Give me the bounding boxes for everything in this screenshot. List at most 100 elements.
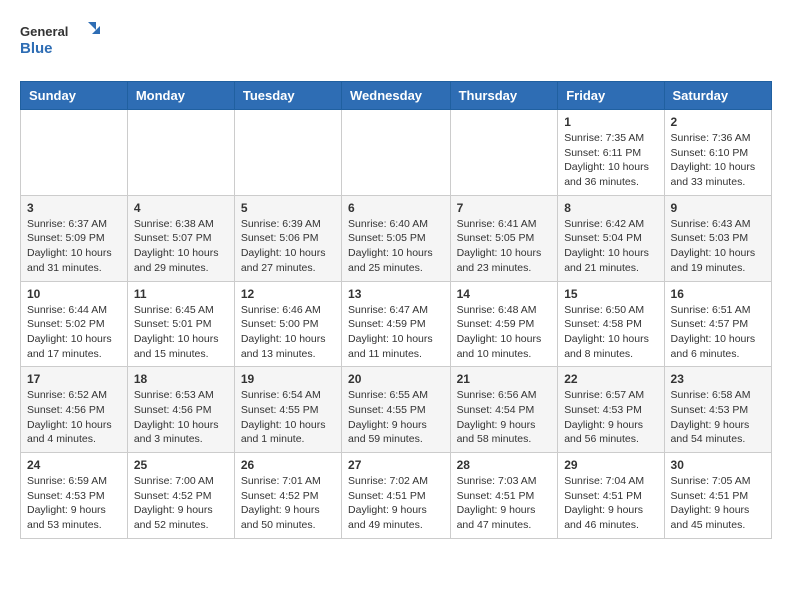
day-info: Sunrise: 6:52 AM Sunset: 4:56 PM Dayligh… xyxy=(27,388,121,447)
day-info: Sunrise: 7:36 AM Sunset: 6:10 PM Dayligh… xyxy=(671,131,765,190)
day-number: 26 xyxy=(241,458,335,472)
day-cell: 12Sunrise: 6:46 AM Sunset: 5:00 PM Dayli… xyxy=(234,281,341,367)
day-cell xyxy=(234,110,341,196)
week-row-1: 1 Sunrise: 7:35 AM Sunset: 6:11 PM Daylig… xyxy=(21,110,772,196)
day-number: 14 xyxy=(457,287,552,301)
day-cell: 16Sunrise: 6:51 AM Sunset: 4:57 PM Dayli… xyxy=(664,281,771,367)
header: General Blue xyxy=(20,20,772,65)
week-row-5: 24 Sunrise: 6:59 AM Sunset: 4:53 PM Dayli… xyxy=(21,453,772,539)
day-number: 7 xyxy=(457,201,552,215)
day-number: 2 xyxy=(671,115,765,129)
day-cell: 7 Sunrise: 6:41 AM Sunset: 5:05 PM Daylig… xyxy=(450,195,558,281)
day-number: 4 xyxy=(134,201,228,215)
day-info: Sunrise: 6:53 AM Sunset: 4:56 PM Dayligh… xyxy=(134,388,228,447)
svg-text:Blue: Blue xyxy=(20,40,53,57)
day-cell: 23Sunrise: 6:58 AM Sunset: 4:53 PM Dayli… xyxy=(664,367,771,453)
day-info: Sunrise: 6:39 AM Sunset: 5:06 PM Dayligh… xyxy=(241,217,335,276)
weekday-header-friday: Friday xyxy=(558,82,664,110)
day-number: 9 xyxy=(671,201,765,215)
day-number: 25 xyxy=(134,458,228,472)
day-info: Sunrise: 6:44 AM Sunset: 5:02 PM Dayligh… xyxy=(27,303,121,362)
day-info: Sunrise: 7:05 AM Sunset: 4:51 PM Dayligh… xyxy=(671,474,765,533)
day-cell: 20Sunrise: 6:55 AM Sunset: 4:55 PM Dayli… xyxy=(342,367,451,453)
day-number: 11 xyxy=(134,287,228,301)
day-info: Sunrise: 6:37 AM Sunset: 5:09 PM Dayligh… xyxy=(27,217,121,276)
calendar: SundayMondayTuesdayWednesdayThursdayFrid… xyxy=(20,81,772,539)
weekday-header-row: SundayMondayTuesdayWednesdayThursdayFrid… xyxy=(21,82,772,110)
weekday-header-saturday: Saturday xyxy=(664,82,771,110)
weekday-header-sunday: Sunday xyxy=(21,82,128,110)
day-number: 29 xyxy=(564,458,657,472)
day-cell: 28 Sunrise: 7:03 AM Sunset: 4:51 PM Dayli… xyxy=(450,453,558,539)
day-number: 24 xyxy=(27,458,121,472)
day-number: 21 xyxy=(457,372,552,386)
day-number: 12 xyxy=(241,287,335,301)
day-info: Sunrise: 7:03 AM Sunset: 4:51 PM Dayligh… xyxy=(457,474,552,533)
logo: General Blue xyxy=(20,20,100,65)
day-cell: 18 Sunrise: 6:53 AM Sunset: 4:56 PM Dayli… xyxy=(127,367,234,453)
day-cell: 15 Sunrise: 6:50 AM Sunset: 4:58 PM Dayli… xyxy=(558,281,664,367)
day-cell: 5 Sunrise: 6:39 AM Sunset: 5:06 PM Daylig… xyxy=(234,195,341,281)
week-row-3: 10 Sunrise: 6:44 AM Sunset: 5:02 PM Dayli… xyxy=(21,281,772,367)
day-info: Sunrise: 6:57 AM Sunset: 4:53 PM Dayligh… xyxy=(564,388,657,447)
day-cell: 10 Sunrise: 6:44 AM Sunset: 5:02 PM Dayli… xyxy=(21,281,128,367)
day-number: 27 xyxy=(348,458,444,472)
day-cell: 30 Sunrise: 7:05 AM Sunset: 4:51 PM Dayli… xyxy=(664,453,771,539)
day-number: 22 xyxy=(564,372,657,386)
day-number: 10 xyxy=(27,287,121,301)
day-info: Sunrise: 6:51 AM Sunset: 4:57 PM Dayligh… xyxy=(671,303,765,362)
day-number: 5 xyxy=(241,201,335,215)
day-number: 18 xyxy=(134,372,228,386)
day-number: 19 xyxy=(241,372,335,386)
day-info: Sunrise: 6:41 AM Sunset: 5:05 PM Dayligh… xyxy=(457,217,552,276)
day-cell xyxy=(450,110,558,196)
day-info: Sunrise: 7:01 AM Sunset: 4:52 PM Dayligh… xyxy=(241,474,335,533)
day-cell: 9 Sunrise: 6:43 AM Sunset: 5:03 PM Daylig… xyxy=(664,195,771,281)
day-cell xyxy=(127,110,234,196)
day-cell xyxy=(21,110,128,196)
day-info: Sunrise: 6:48 AM Sunset: 4:59 PM Dayligh… xyxy=(457,303,552,362)
svg-text:General: General xyxy=(20,24,68,39)
week-row-4: 17 Sunrise: 6:52 AM Sunset: 4:56 PM Dayli… xyxy=(21,367,772,453)
day-info: Sunrise: 7:35 AM Sunset: 6:11 PM Dayligh… xyxy=(564,131,657,190)
day-number: 6 xyxy=(348,201,444,215)
day-number: 15 xyxy=(564,287,657,301)
day-info: Sunrise: 6:59 AM Sunset: 4:53 PM Dayligh… xyxy=(27,474,121,533)
day-info: Sunrise: 6:58 AM Sunset: 4:53 PM Dayligh… xyxy=(671,388,765,447)
weekday-header-monday: Monday xyxy=(127,82,234,110)
week-row-2: 3 Sunrise: 6:37 AM Sunset: 5:09 PM Daylig… xyxy=(21,195,772,281)
day-number: 1 xyxy=(564,115,657,129)
day-number: 30 xyxy=(671,458,765,472)
day-cell: 8 Sunrise: 6:42 AM Sunset: 5:04 PM Daylig… xyxy=(558,195,664,281)
logo-svg: General Blue xyxy=(20,20,100,65)
day-cell: 29 Sunrise: 7:04 AM Sunset: 4:51 PM Dayli… xyxy=(558,453,664,539)
weekday-header-thursday: Thursday xyxy=(450,82,558,110)
day-number: 17 xyxy=(27,372,121,386)
day-cell: 14 Sunrise: 6:48 AM Sunset: 4:59 PM Dayli… xyxy=(450,281,558,367)
day-cell: 22 Sunrise: 6:57 AM Sunset: 4:53 PM Dayli… xyxy=(558,367,664,453)
day-cell xyxy=(342,110,451,196)
day-cell: 3 Sunrise: 6:37 AM Sunset: 5:09 PM Daylig… xyxy=(21,195,128,281)
day-cell: 4Sunrise: 6:38 AM Sunset: 5:07 PM Daylig… xyxy=(127,195,234,281)
day-cell: 27 Sunrise: 7:02 AM Sunset: 4:51 PM Dayli… xyxy=(342,453,451,539)
day-info: Sunrise: 7:02 AM Sunset: 4:51 PM Dayligh… xyxy=(348,474,444,533)
day-cell: 2 Sunrise: 7:36 AM Sunset: 6:10 PM Daylig… xyxy=(664,110,771,196)
day-info: Sunrise: 7:04 AM Sunset: 4:51 PM Dayligh… xyxy=(564,474,657,533)
day-info: Sunrise: 6:55 AM Sunset: 4:55 PM Dayligh… xyxy=(348,388,444,447)
day-cell: 24 Sunrise: 6:59 AM Sunset: 4:53 PM Dayli… xyxy=(21,453,128,539)
day-number: 13 xyxy=(348,287,444,301)
weekday-header-wednesday: Wednesday xyxy=(342,82,451,110)
day-info: Sunrise: 6:43 AM Sunset: 5:03 PM Dayligh… xyxy=(671,217,765,276)
day-number: 3 xyxy=(27,201,121,215)
day-info: Sunrise: 6:56 AM Sunset: 4:54 PM Dayligh… xyxy=(457,388,552,447)
day-info: Sunrise: 6:50 AM Sunset: 4:58 PM Dayligh… xyxy=(564,303,657,362)
day-info: Sunrise: 6:45 AM Sunset: 5:01 PM Dayligh… xyxy=(134,303,228,362)
day-info: Sunrise: 6:42 AM Sunset: 5:04 PM Dayligh… xyxy=(564,217,657,276)
day-number: 8 xyxy=(564,201,657,215)
day-cell: 17 Sunrise: 6:52 AM Sunset: 4:56 PM Dayli… xyxy=(21,367,128,453)
day-cell: 26 Sunrise: 7:01 AM Sunset: 4:52 PM Dayli… xyxy=(234,453,341,539)
day-number: 28 xyxy=(457,458,552,472)
day-cell: 21 Sunrise: 6:56 AM Sunset: 4:54 PM Dayli… xyxy=(450,367,558,453)
day-info: Sunrise: 6:54 AM Sunset: 4:55 PM Dayligh… xyxy=(241,388,335,447)
day-cell: 25Sunrise: 7:00 AM Sunset: 4:52 PM Dayli… xyxy=(127,453,234,539)
